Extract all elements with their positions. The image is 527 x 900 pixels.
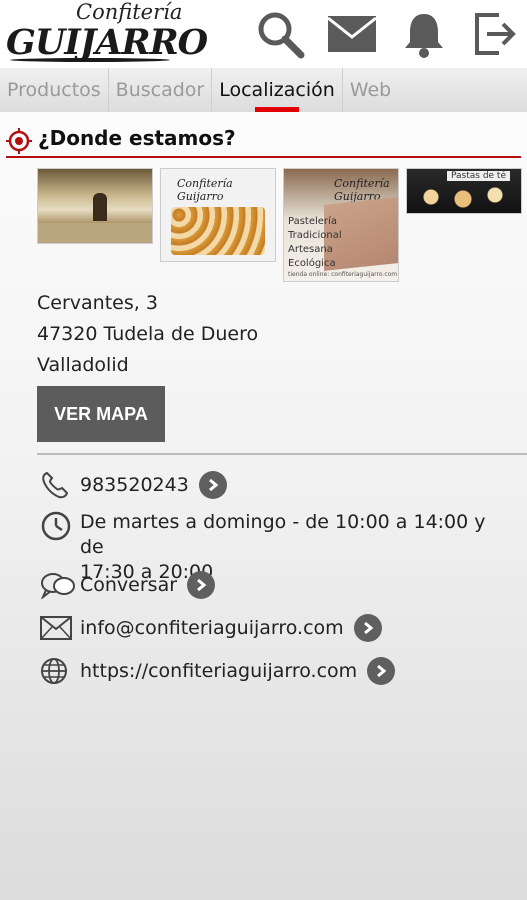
address-province: Valladolid — [37, 354, 129, 376]
website-url: https://confiteriaguijarro.com — [80, 660, 358, 682]
view-map-button[interactable]: VER MAPA — [37, 386, 165, 442]
chevron-right-icon[interactable] — [198, 471, 227, 499]
tab-label: Localización — [219, 79, 335, 101]
tab-productos[interactable]: Productos — [0, 68, 109, 112]
photo-text-line: Tradicional — [288, 230, 342, 241]
exit-icon[interactable] — [468, 8, 520, 60]
tab-bar: Productos Buscador Localización Web — [0, 68, 527, 112]
photo-text-line: Ecológica — [288, 258, 336, 269]
photo-shop-interior[interactable] — [37, 168, 153, 244]
photo-text-line: Artesana — [288, 244, 333, 255]
photo-text: Pastelería Tradicional Artesana Ecológic… — [288, 215, 342, 271]
contact-phone-row[interactable]: 983520243 — [40, 469, 227, 501]
photo-label: Pastas de té — [447, 171, 510, 181]
app-header: Confitería GUIJARRO — [0, 0, 527, 68]
bell-icon[interactable] — [398, 8, 450, 60]
section-heading: ¿Donde estamos? — [6, 124, 521, 158]
chevron-right-icon[interactable] — [353, 614, 382, 642]
brand-logo[interactable]: Confitería GUIJARRO — [4, 0, 208, 66]
envelope-icon — [40, 612, 76, 644]
tab-localizacion[interactable]: Localización — [212, 68, 343, 112]
clock-icon — [40, 510, 76, 544]
tab-buscador[interactable]: Buscador — [109, 68, 213, 112]
address-city: 47320 Tudela de Duero — [37, 323, 259, 345]
photo-footer: tienda online: confiteriaguijarro.com — [288, 271, 398, 278]
chevron-right-icon[interactable] — [187, 571, 216, 599]
chat-icon — [40, 569, 76, 601]
photo-cake-ad[interactable]: Confitería Guijarro Pastelería Tradicion… — [283, 168, 399, 282]
photo-detail — [413, 187, 513, 209]
location-target-icon — [6, 128, 32, 158]
photo-detail — [38, 223, 152, 243]
chevron-right-icon[interactable] — [367, 657, 396, 685]
section-title: ¿Donde estamos? — [38, 126, 236, 150]
globe-icon — [40, 655, 76, 687]
tab-label: Web — [349, 79, 392, 101]
logo-swoosh — [10, 58, 170, 62]
photo-pastry-box[interactable]: Confitería Guijarro — [160, 168, 276, 262]
phone-number: 983520243 — [80, 474, 189, 496]
tab-label: Buscador — [115, 79, 205, 101]
mail-icon[interactable] — [326, 8, 378, 60]
active-tab-indicator — [255, 107, 299, 112]
photo-text-line: Pastelería — [288, 216, 337, 227]
contact-email-row[interactable]: info@confiteriaguijarro.com — [40, 612, 382, 644]
hours-line: De martes a domingo - de 10:00 a 14:00 y… — [80, 511, 486, 558]
logo-title: GUIJARRO — [6, 22, 208, 63]
photo-label: Confitería Guijarro — [177, 177, 233, 203]
contact-chat-row[interactable]: Conversar — [40, 569, 216, 601]
photo-detail — [93, 193, 107, 221]
phone-icon — [40, 469, 76, 501]
tab-label: Productos — [7, 79, 101, 101]
divider — [37, 453, 527, 455]
photo-tea-pastries[interactable]: Pastas de té — [406, 168, 522, 214]
chat-label: Conversar — [80, 574, 178, 596]
email-address: info@confiteriaguijarro.com — [80, 617, 344, 639]
search-icon[interactable] — [254, 8, 306, 60]
photo-detail — [171, 207, 265, 255]
logo-subtitle: Confitería — [76, 0, 183, 24]
contact-web-row[interactable]: https://confiteriaguijarro.com — [40, 655, 396, 687]
address-street: Cervantes, 3 — [37, 292, 158, 314]
tab-web[interactable]: Web — [343, 68, 398, 112]
